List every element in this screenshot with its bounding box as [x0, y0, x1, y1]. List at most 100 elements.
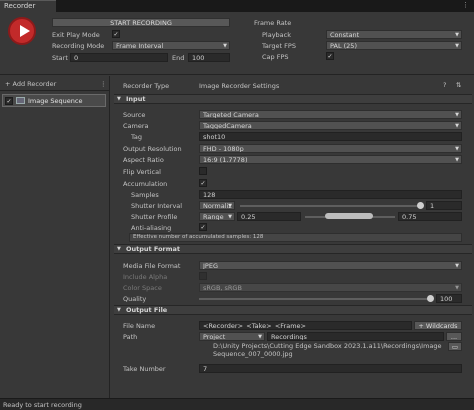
exit-play-mode-checkbox[interactable]: ✓ — [112, 30, 120, 38]
samples-input[interactable]: 128 — [199, 190, 462, 199]
output-resolution-dropdown[interactable]: FHD - 1080p ▼ — [199, 144, 462, 153]
quality-input[interactable]: 100 — [436, 294, 462, 303]
shutter-interval-label: Shutter Interval — [131, 202, 183, 210]
flip-vertical-label: Flip Vertical — [123, 168, 161, 176]
output-path-line-1: D:\Unity Projects\Cutting Edge Sandbox 2… — [213, 342, 442, 350]
anti-aliasing-checkbox[interactable]: ✓ — [199, 223, 207, 231]
chevron-down-icon: ▼ — [455, 112, 459, 118]
output-format-section-header[interactable]: ▼ Output Format — [114, 244, 472, 254]
accumulation-info-text: Effective number of accumulated samples:… — [133, 234, 264, 240]
source-label: Source — [123, 111, 146, 119]
section-expanded-icon: ▼ — [117, 307, 121, 313]
chevron-down-icon: ▼ — [455, 43, 459, 49]
wildcards-button[interactable]: + Wildcards — [414, 321, 462, 330]
playback-dropdown[interactable]: Constant ▼ — [326, 30, 462, 39]
aspect-ratio-label: Aspect Ratio — [123, 156, 164, 164]
input-section-header[interactable]: ▼ Input — [114, 94, 472, 104]
shutter-profile-max-input[interactable]: 0.75 — [398, 212, 462, 221]
help-icon[interactable]: ? — [443, 81, 446, 89]
recorder-type-label: Recorder Type — [123, 82, 170, 90]
output-file-section-header[interactable]: ▼ Output File — [114, 305, 472, 315]
source-dropdown[interactable]: Targeted Camera ▼ — [199, 110, 462, 119]
exit-play-mode-label: Exit Play Mode — [52, 31, 100, 39]
camera-dropdown[interactable]: TaggedCamera ▼ — [199, 121, 462, 130]
status-bar: Ready to start recording — [0, 398, 474, 410]
path-label: Path — [123, 333, 138, 341]
path-root-dropdown[interactable]: Project ▼ — [199, 332, 265, 341]
output-resolution-label: Output Resolution — [123, 145, 182, 153]
start-frame-input[interactable]: 0 — [70, 53, 168, 62]
shutter-profile-mode-dropdown[interactable]: Range ▼ — [199, 212, 235, 221]
chevron-down-icon: ▼ — [258, 334, 262, 340]
window-tab-bar — [0, 0, 474, 12]
chevron-down-icon: ▼ — [455, 263, 459, 269]
shutter-interval-input[interactable]: 1 — [426, 201, 462, 210]
recorder-type-value: Image Recorder Settings — [199, 82, 280, 90]
flip-vertical-checkbox[interactable] — [199, 167, 207, 175]
image-icon — [16, 97, 25, 104]
take-number-input[interactable]: 7 — [199, 364, 462, 373]
section-expanded-icon: ▼ — [117, 96, 121, 102]
file-name-input[interactable]: <Recorder>_<Take>_<Frame> — [199, 321, 412, 330]
shutter-interval-mode-dropdown[interactable]: Normaliz ▼ — [199, 201, 235, 210]
recorder-enabled-checkbox[interactable]: ✓ — [5, 97, 13, 105]
path-folder-input[interactable]: Recordings — [267, 332, 444, 341]
samples-label: Samples — [131, 191, 159, 199]
media-file-format-label: Media File Format — [123, 262, 181, 270]
take-number-label: Take Number — [123, 365, 166, 373]
quality-slider-track[interactable] — [199, 298, 431, 300]
target-fps-dropdown[interactable]: PAL (25) ▼ — [326, 41, 462, 50]
recording-mode-label: Recording Mode — [52, 42, 105, 50]
list-item-label: Image Sequence — [28, 97, 83, 105]
cap-fps-label: Cap FPS — [262, 53, 289, 61]
file-name-label: File Name — [123, 322, 156, 330]
chevron-down-icon: ▼ — [455, 157, 459, 163]
chevron-down-icon: ▼ — [223, 43, 227, 49]
record-button[interactable] — [8, 17, 36, 45]
open-folder-icon[interactable]: ▭ — [448, 342, 462, 351]
accumulation-label: Accumulation — [123, 180, 168, 188]
anti-aliasing-label: Anti-aliasing — [131, 224, 172, 232]
settings-menu-icon[interactable]: ⇅ — [456, 81, 461, 89]
tag-label: Tag — [131, 133, 143, 141]
recorder-list-menu-icon[interactable]: ⋮ — [100, 80, 107, 88]
tab-recorder[interactable]: Recorder — [0, 0, 56, 12]
chevron-down-icon: ▼ — [455, 146, 459, 152]
path-browse-button[interactable]: ... — [446, 332, 462, 341]
start-recording-button[interactable]: START RECORDING — [52, 18, 230, 27]
output-path-line-2: Sequence_007_0000.jpg — [213, 350, 293, 358]
add-recorder-button[interactable]: + Add Recorder — [5, 80, 56, 88]
shutter-profile-range-handle[interactable] — [325, 213, 373, 219]
start-frame-label: Start — [52, 54, 68, 62]
left-divider — [0, 90, 110, 91]
top-divider — [0, 74, 474, 75]
quality-label: Quality — [123, 295, 147, 303]
quality-slider-thumb[interactable] — [427, 295, 434, 302]
include-alpha-label: Include Alpha — [123, 273, 168, 281]
include-alpha-checkbox — [199, 272, 207, 280]
shutter-interval-slider-track[interactable] — [240, 205, 420, 207]
chevron-down-icon: ▼ — [455, 32, 459, 38]
shutter-profile-min-input[interactable]: 0.25 — [237, 212, 301, 221]
frame-rate-label: Frame Rate — [254, 19, 292, 27]
color-space-label: Color Space — [123, 284, 162, 292]
color-space-dropdown: sRGB, sRGB ▼ — [199, 283, 462, 292]
section-expanded-icon: ▼ — [117, 246, 121, 252]
shutter-profile-label: Shutter Profile — [131, 213, 178, 221]
chevron-down-icon: ▼ — [228, 214, 232, 220]
window-menu-icon[interactable]: ⋮ — [462, 1, 470, 9]
end-frame-input[interactable]: 100 — [188, 53, 230, 62]
media-file-format-dropdown[interactable]: JPEG ▼ — [199, 261, 462, 270]
playback-label: Playback — [262, 31, 292, 39]
recording-mode-dropdown[interactable]: Frame Interval ▼ — [112, 41, 230, 50]
shutter-interval-slider-thumb[interactable] — [417, 202, 424, 209]
cap-fps-checkbox[interactable]: ✓ — [326, 52, 334, 60]
aspect-ratio-dropdown[interactable]: 16:9 (1.7778) ▼ — [199, 155, 462, 164]
tag-input[interactable]: shot10 — [199, 132, 462, 141]
chevron-down-icon: ▼ — [455, 123, 459, 129]
chevron-down-icon: ▼ — [455, 285, 459, 291]
camera-label: Camera — [123, 122, 149, 130]
end-frame-label: End — [172, 54, 185, 62]
accumulation-checkbox[interactable]: ✓ — [199, 179, 207, 187]
recorder-list-panel — [0, 76, 110, 398]
